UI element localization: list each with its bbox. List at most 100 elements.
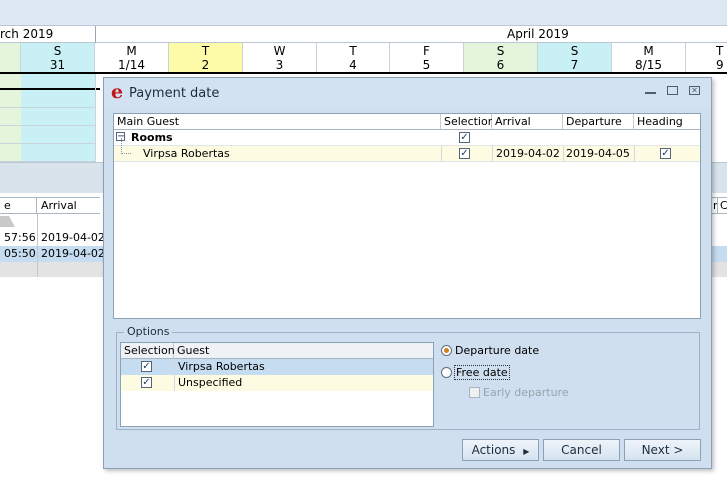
opt-row-checkbox[interactable]: ✓	[141, 377, 152, 388]
radio-free-date[interactable]	[441, 367, 452, 378]
list-row-time: 57:56	[4, 231, 36, 244]
guest-arrival: 2019-04-02	[496, 147, 560, 160]
day-column-7[interactable]: S7	[538, 43, 612, 72]
day-number: 9	[716, 58, 724, 72]
day-column-1[interactable]: M 1/14	[95, 43, 169, 72]
reservation-list-header-right: r C	[712, 197, 727, 214]
day-column-9[interactable]: T9	[686, 43, 727, 72]
cell-divider	[492, 146, 493, 162]
calendar-header-divider	[0, 72, 727, 74]
list-row-time: 05:50	[4, 247, 36, 260]
maximize-icon[interactable]	[667, 86, 678, 95]
calendar-month-row: rch 2019 April 2019	[0, 26, 727, 43]
minimize-icon[interactable]	[645, 88, 656, 94]
actions-label: Actions	[471, 443, 516, 457]
day-of-week: S	[570, 44, 579, 58]
day-column-5[interactable]: F5	[390, 43, 464, 72]
day-of-week: T	[201, 44, 210, 58]
calendar-cell[interactable]	[21, 108, 95, 126]
day-of-week: S	[496, 44, 505, 58]
day-of-week: W	[273, 44, 286, 58]
guest-name: Virpsa Robertas	[143, 147, 230, 160]
col-header-c[interactable]: C	[717, 198, 727, 214]
arrow-cursor-icon	[0, 214, 16, 228]
day-of-week: T	[349, 44, 357, 58]
cell-divider	[634, 146, 635, 162]
day-number: 1/14	[118, 58, 145, 72]
col-header-selection[interactable]: Selection	[441, 114, 495, 130]
opt-col-header-guest[interactable]: Guest	[174, 343, 433, 359]
group-selection-checkbox[interactable]: ✓	[459, 132, 470, 143]
payment-date-dialog: e Payment date ✕ Main Guest Selection Ar…	[103, 77, 712, 469]
calendar-cell[interactable]	[21, 126, 95, 144]
opt-row[interactable]: ✓ Unspecified	[121, 375, 433, 391]
col-header-heading[interactable]: Heading	[634, 114, 700, 130]
early-departure-checkbox[interactable]	[469, 387, 480, 398]
day-column-31[interactable]: S 31	[21, 43, 95, 72]
actions-button[interactable]: Actions ▶	[462, 439, 539, 461]
opt-row-selected[interactable]: ✓ Virpsa Robertas	[121, 359, 433, 375]
guest-row[interactable]: Virpsa Robertas ✓ 2019-04-02 2019-04-05 …	[114, 138, 700, 162]
month-label-april: April 2019	[507, 27, 569, 41]
day-of-week: S	[53, 44, 62, 58]
close-icon[interactable]: ✕	[689, 86, 700, 95]
radio-departure-label[interactable]: Departure date	[455, 344, 539, 357]
cell-divider	[174, 359, 175, 391]
opt-row-guest: Virpsa Robertas	[178, 360, 265, 373]
day-column-6[interactable]: S6	[464, 43, 538, 72]
col-header-arrival[interactable]: Arrival	[492, 114, 563, 130]
dialog-titlebar[interactable]: e Payment date ✕	[104, 78, 711, 108]
month-separator	[95, 26, 96, 43]
group-row-rooms[interactable]: − Rooms ✓	[114, 130, 700, 146]
opt-row-guest: Unspecified	[178, 376, 243, 389]
calendar-toolbar-area	[0, 0, 727, 26]
day-number: 6	[496, 58, 505, 72]
calendar-cell[interactable]	[0, 90, 21, 108]
rooms-grid: Main Guest Selection Arrival Departure H…	[113, 113, 701, 319]
options-guest-grid: Selection Guest ✓ Virpsa Robertas ✓ Unsp…	[120, 342, 434, 427]
calendar-cell[interactable]	[0, 108, 21, 126]
col-header-departure[interactable]: Departure	[563, 114, 634, 130]
cell-divider	[563, 146, 564, 162]
col-header-time[interactable]: e	[0, 198, 37, 214]
options-legend: Options	[124, 325, 173, 338]
day-number: 31	[49, 58, 66, 72]
col-header-arrival[interactable]: Arrival	[37, 198, 100, 214]
cell-divider	[441, 146, 442, 162]
guest-heading-checkbox[interactable]: ✓	[660, 148, 671, 159]
day-column-2-today[interactable]: T2	[169, 43, 243, 72]
calendar-cell[interactable]	[21, 90, 95, 108]
radio-departure-date[interactable]	[441, 345, 452, 356]
day-number: 2	[201, 58, 210, 72]
day-column-prev[interactable]	[0, 43, 21, 72]
next-button[interactable]: Next >	[624, 439, 701, 461]
day-number: 5	[422, 58, 431, 72]
opt-col-header-selection[interactable]: Selection	[121, 343, 175, 359]
guest-departure: 2019-04-05	[566, 147, 630, 160]
tree-connector	[121, 138, 131, 154]
day-number: 3	[275, 58, 284, 72]
chevron-right-icon: ▶	[523, 447, 530, 456]
day-of-week: M	[643, 44, 654, 58]
day-number: 4	[349, 58, 357, 72]
radio-selected-dot	[444, 348, 449, 353]
list-col-line	[37, 214, 38, 277]
opt-row-checkbox[interactable]: ✓	[141, 361, 152, 372]
calendar-col-line	[95, 74, 96, 162]
radio-free-label[interactable]: Free date	[454, 365, 510, 380]
group-label: Rooms	[131, 131, 173, 144]
calendar-cell[interactable]	[0, 144, 21, 162]
app-logo-icon: e	[111, 81, 124, 103]
day-column-3[interactable]: W3	[243, 43, 317, 72]
guest-selection-checkbox[interactable]: ✓	[459, 148, 470, 159]
reservation-list-header: e Arrival	[0, 197, 100, 214]
calendar-cell[interactable]	[21, 144, 95, 162]
day-column-4[interactable]: T4	[317, 43, 390, 72]
day-of-week: M	[126, 44, 137, 58]
calendar-cell[interactable]	[0, 126, 21, 144]
day-column-8[interactable]: M 8/15	[612, 43, 686, 72]
day-of-week: T	[716, 44, 724, 58]
cancel-button[interactable]: Cancel	[543, 439, 620, 461]
day-of-week: F	[423, 44, 430, 58]
col-header-main-guest[interactable]: Main Guest	[114, 114, 441, 130]
